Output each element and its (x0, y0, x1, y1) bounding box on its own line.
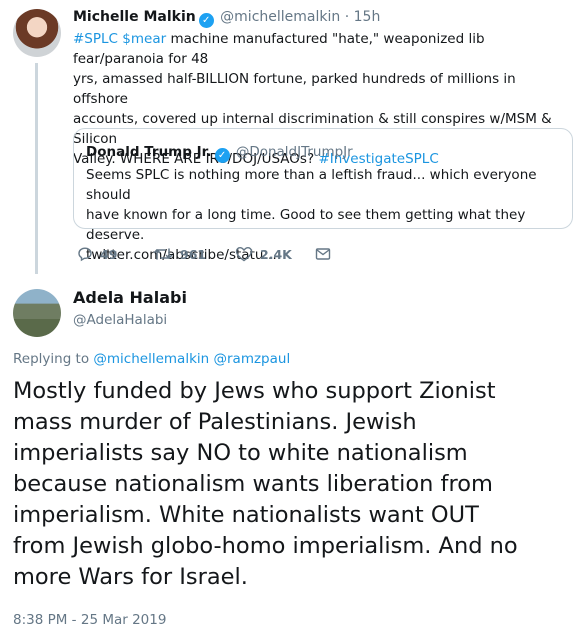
quoted-tweet[interactable]: Donald Trump Jr. ✓ @DonaldJTrumpJr Seems … (73, 128, 573, 263)
like-button[interactable]: 2.4K (235, 244, 292, 264)
tweet-header: Michelle Malkin ✓ @michellemalkin · 15h (73, 8, 380, 28)
reply-text: Mostly funded by Jews who support Zionis… (13, 376, 578, 593)
tweet-line: yrs, amassed half-BILLION fortune, parke… (73, 71, 516, 107)
replying-to: Replying to @michellemalkin @ramzpaul (13, 350, 290, 368)
reply-line: more Wars for Israel. (13, 564, 248, 590)
focused-reply-tweet: Adela Halabi @AdelaHalabi Replying to @m… (0, 280, 584, 632)
quoted-line: have known for a long time. Good to see … (86, 207, 526, 243)
retweet-icon (153, 248, 173, 260)
reply-line: Mostly funded by Jews who support Zionis… (13, 378, 496, 404)
avatar[interactable] (13, 289, 61, 337)
retweet-count: 961 (180, 246, 207, 262)
cashtag-link[interactable]: $mear (122, 31, 166, 47)
like-icon (235, 246, 253, 262)
reply-timestamp[interactable]: 8:38 PM - 25 Mar 2019 (13, 611, 166, 629)
parent-tweet: Michelle Malkin ✓ @michellemalkin · 15h #… (0, 0, 584, 280)
separator: · (344, 9, 350, 25)
thread-connector (35, 63, 38, 274)
tweet-actions: 49 961 2.4K (73, 244, 373, 264)
mention-link[interactable]: @michellemalkin (93, 351, 209, 367)
direct-message-icon (315, 248, 331, 260)
quoted-author-handle: @DonaldJTrumpJr (235, 144, 353, 160)
quoted-tweet-header: Donald Trump Jr. ✓ @DonaldJTrumpJr (86, 143, 353, 163)
reply-icon (78, 247, 92, 262)
retweet-button[interactable]: 961 (153, 244, 206, 264)
reply-line: imperialism. White nationalists want OUT (13, 502, 479, 528)
reply-line: because nationalism wants liberation fro… (13, 471, 493, 497)
tweet-time[interactable]: 15h (354, 9, 381, 25)
reply-line: imperialists say NO to white nationalism (13, 440, 468, 466)
verified-badge-icon: ✓ (198, 13, 214, 28)
avatar[interactable] (13, 9, 61, 57)
mention-link[interactable]: @ramzpaul (214, 351, 291, 367)
tweet-line: #SPLC $mear machine manufactured "hate,"… (73, 29, 573, 69)
quoted-line: Seems SPLC is nothing more than a leftis… (86, 167, 537, 203)
reply-button[interactable]: 49 (77, 244, 117, 264)
hashtag-link[interactable]: #SPLC (73, 31, 118, 47)
author-name[interactable]: Michelle Malkin (73, 9, 196, 25)
like-count: 2.4K (260, 246, 292, 262)
reply-line: from Jewish globo-homo imperialism. And … (13, 533, 518, 559)
replying-to-label: Replying to (13, 351, 90, 367)
reply-line: mass murder of Palestinians. Jewish (13, 409, 417, 435)
reply-count: 49 (100, 246, 118, 262)
direct-message-button[interactable] (315, 244, 331, 264)
author-handle[interactable]: @michellemalkin (220, 9, 340, 25)
reply-author-name[interactable]: Adela Halabi (73, 288, 187, 308)
verified-badge-icon: ✓ (214, 148, 230, 163)
quoted-author-name: Donald Trump Jr. (86, 144, 212, 160)
reply-author-handle[interactable]: @AdelaHalabi (73, 311, 167, 329)
